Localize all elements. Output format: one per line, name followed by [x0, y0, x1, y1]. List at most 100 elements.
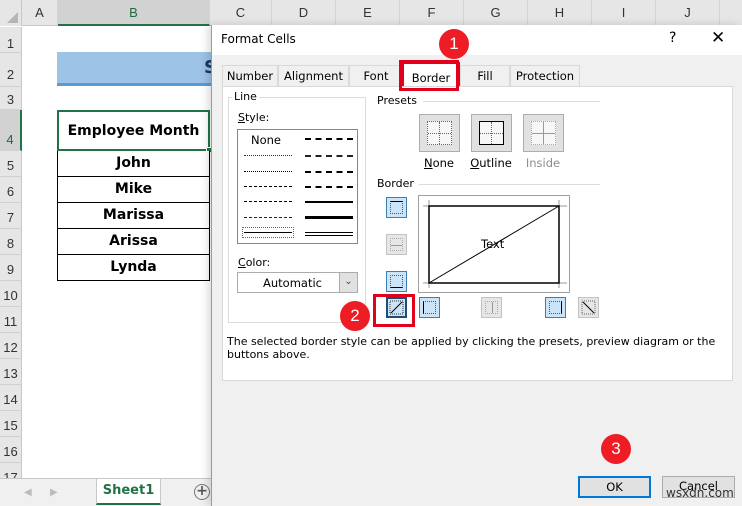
- preview-text: Text: [481, 237, 505, 251]
- ok-button[interactable]: OK: [578, 476, 651, 498]
- column-header-i[interactable]: I: [592, 0, 656, 26]
- header-cell-employee-month[interactable]: Employee Month: [57, 110, 212, 153]
- line-style-dash-dot-dot[interactable]: [244, 186, 292, 187]
- add-sheet-icon[interactable]: +: [194, 484, 210, 500]
- description-text: The selected border style can be applied…: [227, 335, 716, 361]
- step-marker-1: 1: [439, 29, 469, 59]
- dialog-titlebar[interactable]: Format Cells ? ✕: [212, 25, 742, 55]
- line-style-dotted[interactable]: [244, 171, 292, 172]
- tab-protection[interactable]: Protection: [510, 65, 580, 87]
- right-border-button[interactable]: [545, 297, 566, 318]
- preset-inside-label: Inside: [525, 156, 561, 170]
- diagonal-down-border-button[interactable]: [578, 297, 599, 318]
- row-header-3[interactable]: 3: [0, 87, 22, 110]
- color-select-value: Automatic: [263, 276, 322, 290]
- sheet-tab-sheet1[interactable]: Sheet1: [96, 479, 161, 505]
- row-header-8[interactable]: 8: [0, 229, 22, 255]
- preset-outline-icon: [479, 121, 504, 145]
- row-header-17[interactable]: 17: [0, 463, 22, 479]
- top-border-button[interactable]: [386, 197, 407, 218]
- column-header-a[interactable]: A: [22, 0, 58, 26]
- border-separator: [419, 184, 600, 185]
- line-style-medium[interactable]: [305, 201, 353, 203]
- column-header-f[interactable]: F: [400, 0, 464, 26]
- inside-horizontal-border-button[interactable]: [386, 234, 407, 255]
- table-row[interactable]: Lynda: [57, 255, 210, 281]
- line-style-slanted-dash-dot[interactable]: [305, 155, 353, 157]
- preset-none-label: None: [423, 156, 454, 170]
- tab-font[interactable]: Font: [349, 65, 403, 87]
- line-style-thin-stroke: [244, 232, 292, 233]
- scroll-right-icon[interactable]: ▶: [50, 487, 58, 498]
- row-header-14[interactable]: 14: [0, 385, 22, 411]
- preset-inside-button[interactable]: [523, 114, 564, 152]
- line-style-dash-dot[interactable]: [244, 201, 292, 202]
- diagonal-button-highlight: [373, 294, 415, 327]
- row-header-16[interactable]: 16: [0, 437, 22, 463]
- inside-vertical-border-icon: [485, 301, 498, 314]
- title-cell[interactable]: S: [57, 52, 217, 86]
- select-all-corner[interactable]: [0, 0, 22, 26]
- table-row[interactable]: John: [57, 151, 210, 177]
- table-row[interactable]: Mike: [57, 177, 210, 203]
- row-header-4[interactable]: 4: [0, 110, 22, 151]
- column-header-e[interactable]: E: [336, 0, 400, 26]
- bottom-border-button[interactable]: [386, 271, 407, 292]
- row-header-10[interactable]: 10: [0, 281, 22, 307]
- diagonal-down-border-icon: [581, 300, 596, 315]
- preset-none-icon: [427, 121, 452, 145]
- preset-none-button[interactable]: [419, 114, 460, 152]
- border-preview-diagram[interactable]: Text: [418, 195, 570, 293]
- column-header-b[interactable]: B: [58, 0, 210, 26]
- border-tab-highlight: [399, 60, 459, 91]
- row-header-7[interactable]: 7: [0, 203, 22, 229]
- tab-alignment[interactable]: Alignment: [278, 65, 349, 87]
- row-header-15[interactable]: 15: [0, 411, 22, 437]
- right-border-icon: [549, 301, 562, 314]
- row-header-6[interactable]: 6: [0, 177, 22, 203]
- column-header-c[interactable]: C: [210, 0, 272, 26]
- presets-label: Presets: [375, 94, 420, 107]
- top-border-icon: [390, 201, 403, 214]
- column-header-g[interactable]: G: [464, 0, 528, 26]
- row-header-11[interactable]: 11: [0, 307, 22, 333]
- preset-outline-label: Outline: [470, 156, 512, 170]
- chevron-down-icon[interactable]: ⌄: [339, 273, 357, 292]
- step-marker-3: 3: [601, 434, 631, 464]
- bottom-border-icon: [390, 275, 403, 288]
- tab-fill[interactable]: Fill: [460, 65, 510, 87]
- line-style-medium-dash-dot-dot[interactable]: [305, 138, 353, 140]
- inside-vertical-border-button[interactable]: [481, 297, 502, 318]
- help-icon[interactable]: ?: [669, 30, 676, 46]
- line-style-none[interactable]: None: [251, 133, 281, 147]
- step-marker-2: 2: [340, 301, 370, 331]
- column-header-j[interactable]: J: [656, 0, 720, 26]
- line-style-medium-dashed[interactable]: [305, 186, 353, 188]
- line-style-hair[interactable]: [244, 155, 292, 156]
- dialog-title: Format Cells: [221, 32, 296, 46]
- line-group-label: Line: [232, 90, 259, 103]
- tab-number[interactable]: Number: [222, 65, 278, 87]
- close-icon[interactable]: ✕: [711, 28, 725, 48]
- row-header-2[interactable]: 2: [0, 53, 22, 87]
- line-style-double[interactable]: [305, 232, 353, 236]
- row-header-12[interactable]: 12: [0, 333, 22, 359]
- row-header-13[interactable]: 13: [0, 359, 22, 385]
- row-header-5[interactable]: 5: [0, 151, 22, 177]
- column-header-h[interactable]: H: [528, 0, 592, 26]
- column-header-d[interactable]: D: [272, 0, 336, 26]
- style-label: Style:: [238, 111, 270, 124]
- row-header-1[interactable]: 1: [0, 27, 22, 53]
- preset-outline-button[interactable]: [471, 114, 512, 152]
- line-style-dashed[interactable]: [244, 217, 292, 218]
- scroll-left-icon[interactable]: ◀: [24, 487, 32, 498]
- color-select[interactable]: Automatic ⌄: [237, 272, 358, 293]
- color-label: Color:: [238, 256, 271, 269]
- line-style-medium-dash-dot[interactable]: [305, 171, 353, 173]
- line-style-list[interactable]: None: [237, 129, 358, 244]
- line-style-thick[interactable]: [305, 216, 353, 219]
- row-header-9[interactable]: 9: [0, 255, 22, 281]
- table-row[interactable]: Marissa: [57, 203, 210, 229]
- table-row[interactable]: Arissa: [57, 229, 210, 255]
- left-border-button[interactable]: [419, 297, 440, 318]
